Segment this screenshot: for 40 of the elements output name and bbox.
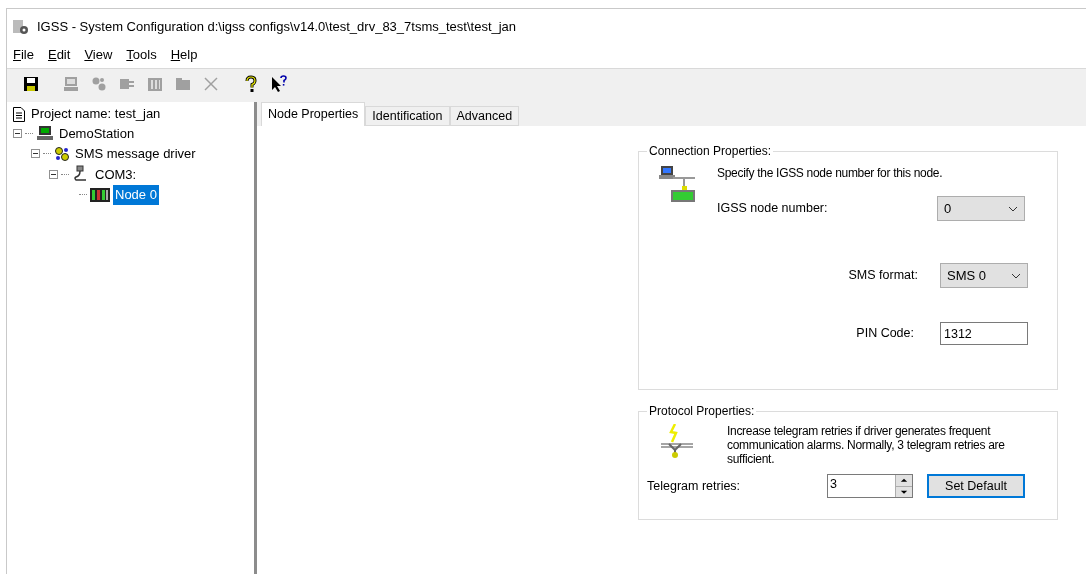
group-title: Protocol Properties:: [648, 403, 756, 420]
spin-box[interactable]: 3: [827, 474, 913, 498]
tab[interactable]: Advanced: [449, 106, 520, 126]
tree-root[interactable]: Project name: test_jan: [31, 104, 161, 124]
field-label: PIN Code:: [856, 325, 914, 343]
gears-icon: [54, 145, 70, 162]
computer-icon: [36, 125, 54, 142]
menu-item[interactable]: View: [84, 45, 113, 65]
network-node-icon: [659, 164, 695, 204]
spin-up-icon[interactable]: [896, 475, 912, 486]
group-title: Connection Properties:: [648, 143, 773, 160]
window-title: IGSS - System Configuration d:\igss configs\v14.0\test_drv_83_7tsms_test\test_jan: [37, 18, 517, 37]
menu-item[interactable]: Tools: [126, 45, 157, 65]
set-default-button[interactable]: Set Default: [927, 474, 1025, 498]
app-icon: [13, 19, 29, 35]
tree-item[interactable]: DemoStation: [57, 123, 137, 143]
tab[interactable]: Node Properties: [261, 102, 366, 126]
pin-code-field[interactable]: 1312: [940, 322, 1028, 345]
tab[interactable]: Identification: [365, 106, 450, 126]
menu-item[interactable]: File: [13, 45, 34, 65]
tree-item[interactable]: COM3:: [93, 164, 139, 184]
rack-icon: [90, 186, 110, 203]
tree-item[interactable]: SMS message driver: [73, 144, 198, 164]
lightning-connector-icon: [661, 424, 693, 458]
tree-item[interactable]: Node 0: [113, 185, 159, 205]
field-label: Telegram retries:: [647, 477, 742, 495]
description-text: Specify the IGSS node number for this node.: [717, 165, 943, 182]
menu-item[interactable]: Help: [170, 45, 198, 65]
menu-item[interactable]: Edit: [47, 45, 71, 65]
description-text: Increase telegram retries if driver generates frequent communication alarms. Normally, 3 telegram retries are sufficient.: [727, 424, 1006, 466]
collapse-toggle[interactable]: [49, 169, 58, 179]
collapse-toggle[interactable]: [31, 149, 40, 159]
dropdown[interactable]: SMS 0: [940, 263, 1028, 288]
field-label: IGSS node number:: [717, 200, 828, 218]
chevron-down-icon: [1011, 272, 1021, 279]
dropdown[interactable]: 0: [937, 196, 1025, 221]
collapse-toggle[interactable]: [13, 128, 22, 138]
document-icon: [13, 106, 25, 122]
field-label: SMS format:: [848, 267, 918, 285]
chevron-down-icon: [1008, 205, 1018, 212]
